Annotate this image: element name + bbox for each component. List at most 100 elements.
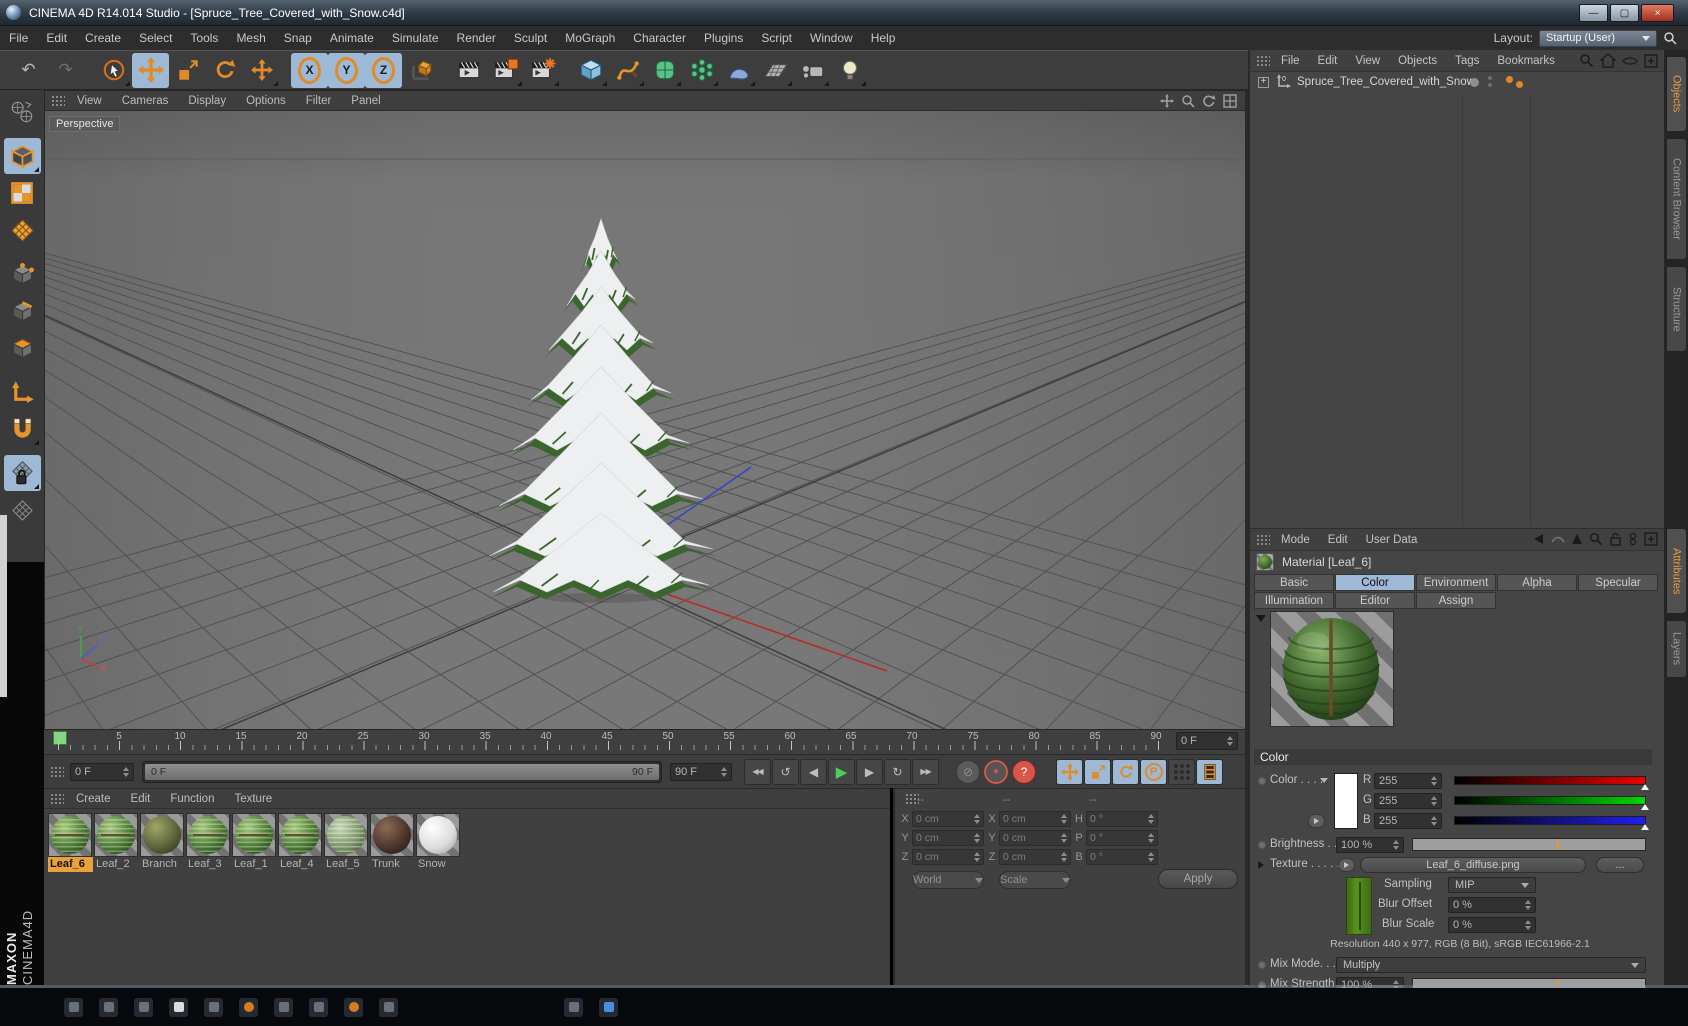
slider-handle-icon[interactable] (1641, 804, 1649, 810)
live-selection-tool[interactable] (95, 53, 132, 88)
slider-handle-icon[interactable] (1641, 824, 1649, 830)
size-z-field[interactable]: 0 cm (999, 849, 1071, 865)
size-y-field[interactable]: 0 cm (999, 830, 1071, 846)
previous-frame-button[interactable]: ◀ (800, 758, 827, 785)
render-settings-button[interactable] (524, 53, 561, 88)
redo-button[interactable]: ↷ (47, 53, 84, 88)
material-tile-leaf-2[interactable]: Leaf_2 (94, 813, 139, 872)
menu-mesh[interactable]: Mesh (227, 26, 274, 50)
position-x-field[interactable]: 0 cm (912, 811, 984, 827)
am-add-icon[interactable] (1644, 532, 1658, 546)
polygons-mode-button[interactable] (4, 330, 41, 366)
range-slider-pill[interactable]: 0 F 90 F (145, 763, 659, 780)
axis-z-lock[interactable]: Z (365, 52, 402, 88)
mat-menu-create[interactable]: Create (66, 793, 121, 805)
axis-y-lock[interactable]: Y (328, 52, 365, 88)
animation-dot-icon[interactable] (1258, 841, 1266, 849)
panel-grip-icon[interactable] (1256, 54, 1270, 67)
current-frame-field[interactable]: 0 F (1176, 732, 1238, 750)
menu-animate[interactable]: Animate (321, 26, 383, 50)
position-z-field[interactable]: 0 cm (912, 849, 984, 865)
vp-menu-view[interactable]: View (67, 95, 112, 107)
am-forward-icon[interactable] (1551, 534, 1565, 544)
expand-texture-icon[interactable] (1258, 861, 1264, 869)
sampling-dropdown[interactable]: MIP (1448, 877, 1536, 893)
green-slider[interactable] (1454, 796, 1649, 810)
taskbar-app-icon[interactable] (134, 997, 153, 1017)
taskbar-app-icon[interactable] (239, 997, 258, 1017)
material-tile-leaf-5[interactable]: Leaf_5 (324, 813, 369, 872)
apply-button[interactable]: Apply (1158, 869, 1238, 889)
expand-rgb-button[interactable] (1308, 814, 1325, 828)
taskbar-app-icon[interactable] (309, 997, 328, 1017)
section-header-color[interactable]: Color (1254, 749, 1652, 765)
om-home-icon[interactable] (1600, 53, 1616, 68)
menu-sculpt[interactable]: Sculpt (505, 26, 556, 50)
add-floor-button[interactable] (757, 53, 794, 88)
spinner-icon[interactable] (1428, 816, 1437, 826)
autokey-button[interactable]: ● (984, 759, 1008, 784)
menu-edit[interactable]: Edit (37, 26, 76, 50)
snap-settings-button[interactable] (4, 411, 41, 447)
menu-window[interactable]: Window (801, 26, 862, 50)
play-button[interactable]: ▶ (828, 758, 855, 785)
panel-grip-icon[interactable] (50, 792, 64, 805)
tab-objects[interactable]: Objects (1666, 56, 1687, 132)
add-cube-button[interactable] (572, 53, 609, 88)
tab-attributes[interactable]: Attributes (1666, 528, 1687, 614)
texture-mode-button[interactable] (4, 175, 41, 211)
add-environment-button[interactable] (720, 53, 757, 88)
position-y-field[interactable]: 0 cm (912, 830, 984, 846)
om-menu-edit[interactable]: Edit (1309, 55, 1347, 67)
key-rotation-toggle[interactable] (1112, 758, 1139, 785)
lock-workplane-button[interactable] (3, 455, 41, 491)
material-tile-trunk[interactable]: Trunk (370, 813, 415, 872)
next-key-button[interactable]: ↻ (884, 758, 911, 785)
spinner-icon[interactable] (1224, 736, 1233, 746)
spinner-icon[interactable] (1428, 776, 1437, 786)
texture-filename-button[interactable]: Leaf_6_diffuse.png (1360, 857, 1586, 873)
menu-plugins[interactable]: Plugins (695, 26, 752, 50)
mix-mode-dropdown[interactable]: Multiply (1336, 957, 1646, 973)
workplane-mode-button[interactable] (4, 212, 41, 248)
am-history-icon[interactable] (1628, 532, 1638, 546)
tab-alpha[interactable]: Alpha (1497, 574, 1577, 591)
am-search-icon[interactable] (1589, 532, 1603, 546)
add-light-button[interactable] (831, 53, 868, 88)
om-menu-file[interactable]: File (1272, 55, 1309, 67)
tab-assign[interactable]: Assign (1416, 592, 1496, 609)
mat-menu-function[interactable]: Function (160, 793, 224, 805)
texture-browse-button[interactable]: ... (1596, 857, 1644, 873)
tab-environment[interactable]: Environment (1416, 574, 1496, 591)
am-menu-mode[interactable]: Mode (1272, 534, 1319, 546)
tag-icon[interactable] (1506, 76, 1513, 83)
taskbar-app-icon[interactable] (274, 997, 293, 1017)
scale-tool[interactable] (169, 53, 206, 88)
om-menu-tags[interactable]: Tags (1446, 55, 1488, 67)
layout-dropdown[interactable]: Startup (User) (1539, 29, 1657, 47)
material-tile-leaf-4[interactable]: Leaf_4 (278, 813, 323, 872)
om-eye-icon[interactable] (1622, 55, 1638, 67)
menu-create[interactable]: Create (76, 26, 130, 50)
keyframe-help-button[interactable]: ? (1012, 759, 1036, 784)
spinner-icon[interactable] (1428, 796, 1437, 806)
menu-mograph[interactable]: MoGraph (556, 26, 624, 50)
add-mograph-button[interactable] (683, 53, 720, 88)
viewport-canvas[interactable]: Y Z X (45, 111, 1245, 729)
taskbar-app-icon[interactable] (64, 997, 83, 1017)
vp-menu-filter[interactable]: Filter (296, 95, 342, 107)
am-menu-edit[interactable]: Edit (1319, 534, 1357, 546)
blue-slider[interactable] (1454, 816, 1649, 830)
animation-dot-icon[interactable] (1258, 961, 1266, 969)
zoom-view-icon[interactable] (1181, 94, 1195, 108)
go-to-start-button[interactable]: ◀◀ (744, 758, 771, 785)
add-generator-button[interactable] (646, 53, 683, 88)
brightness-field[interactable]: 100 % (1336, 837, 1404, 853)
taskbar-app-icon[interactable] (204, 997, 223, 1017)
timeline-ruler[interactable]: 0 5 10 15 20 25 30 35 40 45 50 55 60 65 … (44, 730, 1246, 755)
spinner-icon[interactable] (1390, 840, 1399, 850)
vp-menu-panel[interactable]: Panel (341, 95, 390, 107)
brightness-slider[interactable] (1412, 838, 1646, 851)
add-camera-button[interactable] (794, 53, 831, 88)
vp-menu-options[interactable]: Options (236, 95, 296, 107)
